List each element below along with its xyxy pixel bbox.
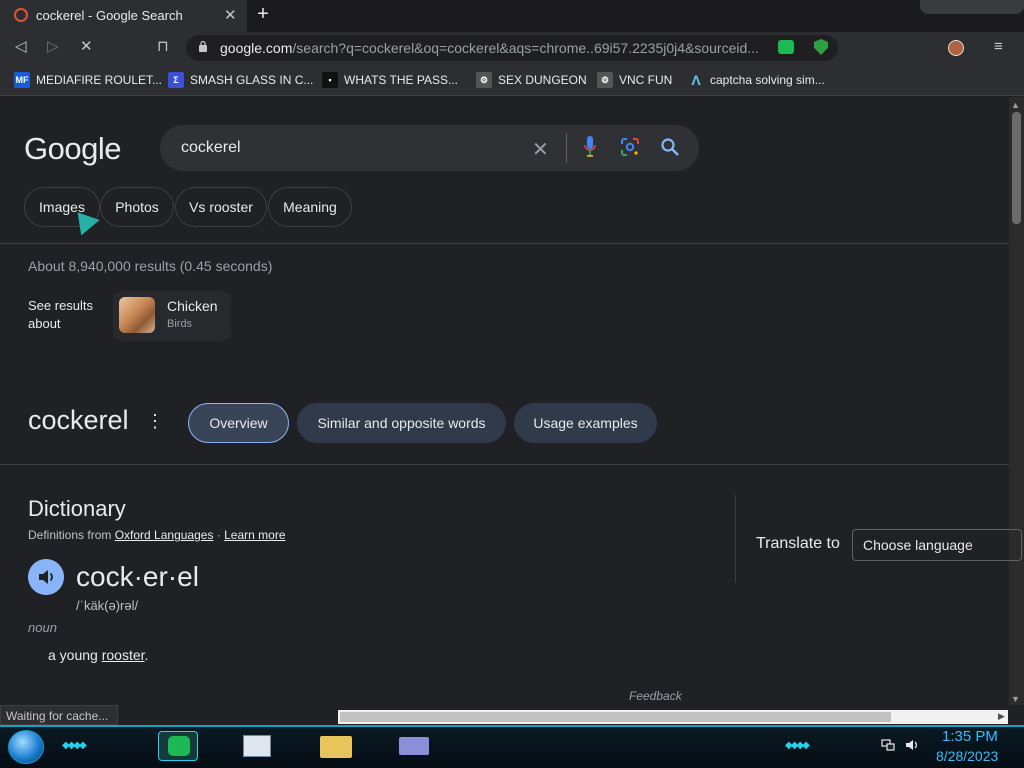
tab-close-icon[interactable]: ✕ — [224, 6, 237, 24]
window-app-icon — [399, 737, 429, 755]
bookmark-item[interactable]: ⚙ SEX DUNGEON — [476, 72, 587, 88]
result-stats: About 8,940,000 results (0.45 seconds) — [28, 258, 273, 274]
scroll-down-arrow-icon[interactable]: ▼ — [1011, 694, 1020, 704]
tab-similar-opposite[interactable]: Similar and opposite words — [297, 403, 506, 443]
clear-search-icon[interactable]: ✕ — [532, 137, 549, 162]
taskbar-app-window[interactable] — [394, 731, 434, 761]
phonetic-spelling: /ˈkäk(ə)rəl/ — [76, 598, 139, 613]
search-box[interactable] — [160, 125, 699, 171]
clock-date[interactable]: 8/28/2023 — [936, 748, 998, 764]
scroll-right-arrow-icon[interactable]: ▶ — [998, 711, 1005, 722]
bookmark-icon[interactable]: ⊓ — [157, 37, 169, 55]
browser-menu-icon[interactable]: ≡ — [994, 38, 1003, 55]
scrollbar-thumb[interactable] — [1012, 112, 1021, 224]
window-decoration — [920, 0, 1024, 14]
divider — [0, 243, 1009, 244]
tab-usage-examples[interactable]: Usage examples — [514, 403, 657, 443]
lock-icon[interactable] — [198, 40, 208, 52]
smash-icon: Σ — [168, 72, 184, 88]
folder-icon — [320, 736, 352, 758]
taskbar-decoration-icon: ◆◆◆◆ — [62, 740, 87, 751]
robot-icon: ▪ — [322, 72, 338, 88]
vertical-divider — [735, 495, 736, 583]
stop-loading-icon[interactable]: ✕ — [80, 37, 93, 55]
chip-vs-rooster[interactable]: Vs rooster — [175, 187, 267, 227]
new-tab-button[interactable]: + — [254, 3, 272, 25]
rooster-link[interactable]: rooster — [102, 647, 145, 663]
volume-icon[interactable] — [905, 739, 919, 751]
bookmark-label: SMASH GLASS IN C... — [190, 73, 314, 87]
translate-label: Translate to — [756, 535, 840, 552]
profile-avatar[interactable] — [948, 40, 964, 56]
start-button[interactable] — [8, 730, 44, 764]
entity-subtitle: Birds — [167, 318, 193, 330]
definition-prefix: a young — [48, 647, 102, 663]
back-icon[interactable]: ◁ — [15, 37, 27, 55]
word-heading: cockerel — [28, 405, 129, 435]
bookmark-item[interactable]: ⚙ VNC FUN — [597, 72, 672, 88]
chip-meaning[interactable]: Meaning — [268, 187, 352, 227]
entity-title[interactable]: Chicken — [167, 298, 218, 314]
bookmark-item[interactable]: ▪ WHATS THE PASS... — [322, 72, 458, 88]
tab-favicon-icon — [14, 8, 28, 22]
forward-icon[interactable]: ▷ — [47, 37, 59, 55]
vnc-icon: ⚙ — [597, 72, 613, 88]
taskbar-decoration-icon: ◆◆◆◆ — [785, 740, 810, 751]
pronounced-word: cock·er·el — [76, 561, 199, 592]
google-lens-icon[interactable] — [621, 138, 639, 156]
source-prefix: Definitions from — [28, 528, 115, 542]
tab-overview[interactable]: Overview — [188, 403, 289, 443]
source-separator: · — [213, 528, 225, 542]
taskbar-app-document[interactable] — [238, 731, 278, 761]
scroll-up-arrow-icon[interactable]: ▲ — [1011, 100, 1020, 110]
clock-time[interactable]: 1:35 PM — [942, 728, 998, 745]
part-of-speech: noun — [28, 620, 57, 635]
taskbar-app-explorer[interactable] — [316, 731, 356, 761]
bookmark-label: captcha solving sim... — [710, 73, 825, 87]
mediafire-icon: MF — [14, 72, 30, 88]
microphone-icon[interactable] — [584, 136, 596, 158]
language-select[interactable]: Choose language — [852, 529, 1022, 561]
search-divider — [566, 133, 567, 163]
tab-title: cockerel - Google Search — [36, 8, 183, 23]
definition-suffix: . — [144, 647, 149, 663]
horizontal-scrollbar-thumb[interactable] — [340, 712, 891, 722]
dungeon-icon: ⚙ — [476, 72, 492, 88]
definition-text: a young rooster. — [48, 647, 148, 663]
dictionary-heading: Dictionary — [28, 496, 126, 521]
taskbar — [0, 725, 1024, 768]
more-options-icon[interactable]: ⋮ — [146, 411, 164, 432]
url-host: google.com — [220, 40, 293, 56]
google-logo[interactable]: Google — [24, 131, 121, 167]
bookmark-label: VNC FUN — [619, 73, 673, 87]
feedback-link[interactable]: Feedback — [629, 689, 682, 703]
chicken-thumbnail[interactable] — [119, 297, 155, 333]
search-input[interactable]: cockerel — [181, 139, 241, 157]
oxford-languages-link[interactable]: Oxford Languages — [115, 528, 214, 542]
definitions-source: Definitions from Oxford Languages · Lear… — [28, 528, 286, 542]
speaker-icon[interactable] — [28, 559, 64, 595]
bookmark-item[interactable]: Σ SMASH GLASS IN C... — [168, 72, 313, 88]
bookmark-label: MEDIAFIRE ROULET... — [36, 73, 163, 87]
status-bar: Waiting for cache... — [0, 705, 118, 725]
bookmark-label: SEX DUNGEON — [498, 73, 587, 87]
url-path: /search?q=cockerel&oq=cockerel&aqs=chrom… — [292, 40, 759, 56]
taskbar-app-chat[interactable] — [158, 731, 198, 761]
see-results-about-label: See results about — [28, 298, 94, 331]
extension-chat-icon[interactable] — [778, 40, 794, 54]
chip-photos[interactable]: Photos — [100, 187, 174, 227]
network-icon[interactable] — [881, 739, 895, 751]
arc-icon: Λ — [691, 72, 701, 88]
bookmark-item[interactable]: Λ captcha solving sim... — [688, 72, 825, 88]
bookmark-item[interactable]: MF MEDIAFIRE ROULET... — [14, 72, 162, 88]
chat-app-icon — [168, 736, 190, 756]
bookmark-label: WHATS THE PASS... — [344, 73, 459, 87]
divider — [0, 464, 1009, 465]
learn-more-link[interactable]: Learn more — [224, 528, 285, 542]
document-app-icon — [243, 735, 271, 757]
search-icon[interactable] — [660, 137, 680, 157]
url-text[interactable]: google.com/search?q=cockerel&oq=cockerel… — [220, 40, 762, 56]
